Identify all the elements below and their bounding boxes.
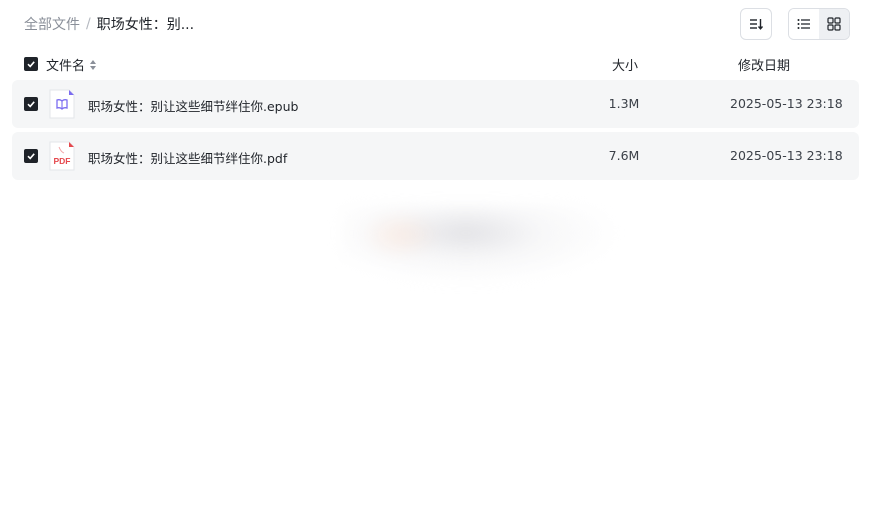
list-view-icon [797,19,810,29]
column-header-date[interactable]: 修改日期 [738,55,790,74]
table-row[interactable]: 职场女性：别让这些细节绊住你.epub 1.3M 2025-05-13 23:1… [12,80,859,128]
column-header-name-label: 文件名 [46,59,86,74]
decorative-blur-accent [360,210,440,260]
list-view-button[interactable] [789,9,819,39]
view-switch [788,8,850,40]
grid-view-button[interactable] [819,9,849,39]
pdf-file-icon: PDF [49,141,75,171]
breadcrumb-root-link[interactable]: 全部文件 [24,14,80,34]
sort-caret-icon [89,59,97,71]
select-all-checkbox[interactable] [24,57,38,71]
pdf-icon-label: PDF [54,156,71,166]
sort-icon [750,19,764,30]
check-icon [27,153,35,160]
grid-view-icon [827,17,841,31]
column-header-name[interactable]: 文件名 [46,55,97,74]
check-icon [27,61,35,68]
file-name[interactable]: 职场女性：别让这些细节绊住你.epub [88,96,298,115]
epub-file-icon [49,89,75,119]
breadcrumb-current: 职场女性：别... [96,17,195,33]
file-size: 1.3M [608,96,640,111]
column-header-size[interactable]: 大小 [612,55,638,74]
row-checkbox[interactable] [24,149,38,163]
file-name[interactable]: 职场女性：别让这些细节绊住你.pdf [88,148,287,167]
file-size: 7.6M [608,148,640,163]
row-checkbox[interactable] [24,97,38,111]
file-date: 2025-05-13 23:18 [730,96,843,111]
file-date: 2025-05-13 23:18 [730,148,843,163]
breadcrumb: 全部文件 / 职场女性：别... [24,14,194,34]
sort-button[interactable] [740,8,772,40]
file-browser: 全部文件 / 职场女性：别... 文件名 大小 修改日期 职场女性：别让这些细节… [0,0,874,514]
table-header: 文件名 大小 修改日期 [24,52,850,76]
check-icon [27,101,35,108]
breadcrumb-separator: / [86,16,91,32]
table-row[interactable]: PDF 职场女性：别让这些细节绊住你.pdf 7.6M 2025-05-13 2… [12,132,859,180]
